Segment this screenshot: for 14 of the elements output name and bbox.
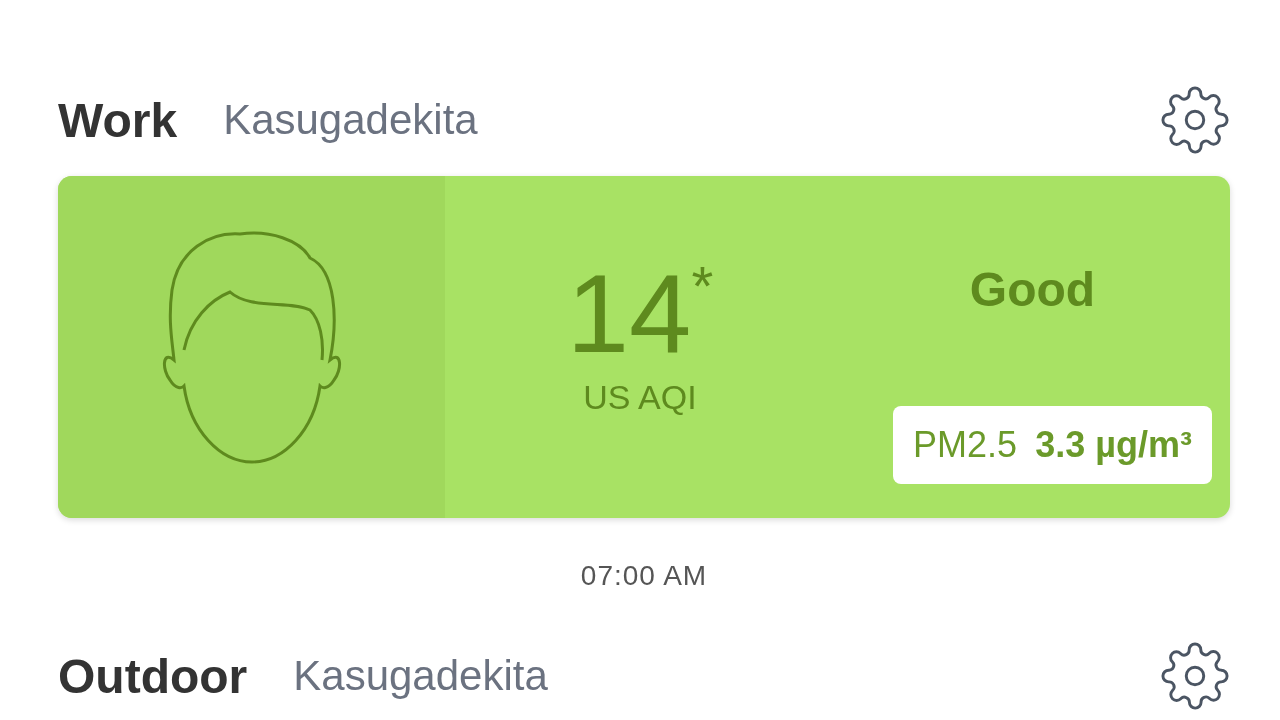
location-name: Kasugadekita xyxy=(223,96,479,144)
settings-icon[interactable] xyxy=(1160,641,1230,711)
aqi-unit: US AQI xyxy=(583,377,697,417)
aqi-card[interactable]: 14* US AQI Good PM2.5 3.3 µg/m³ xyxy=(58,176,1230,518)
pollutant-name: PM2.5 xyxy=(913,424,1018,466)
update-time: 07:00 AM xyxy=(580,560,708,592)
pollutant-value: 3.3 µg/m³ xyxy=(1035,424,1192,466)
location-name: Kasugadekita xyxy=(293,652,549,700)
aqi-mark: * xyxy=(691,257,714,314)
air-status: Good xyxy=(969,262,1096,317)
section-title: Outdoor xyxy=(58,648,248,704)
section-title: Work xyxy=(58,92,178,148)
settings-icon[interactable] xyxy=(1160,85,1230,155)
aqi-value: 14 xyxy=(566,257,692,370)
